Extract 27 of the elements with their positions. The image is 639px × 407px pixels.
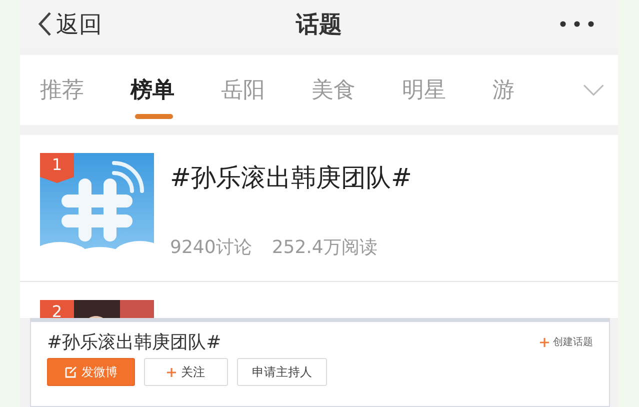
tab[interactable]: 榜单 [130, 55, 221, 125]
post-button[interactable]: 发微博 [47, 358, 135, 386]
edit-icon [64, 366, 76, 378]
tab[interactable]: 明星 [402, 55, 492, 125]
tab[interactable]: 岳阳 [220, 55, 312, 125]
back-button[interactable]: 返回 [38, 8, 102, 40]
page-title: 话题 [296, 12, 342, 38]
chevron-left-icon [38, 11, 52, 37]
plus-icon [167, 368, 176, 376]
topic-row[interactable]: 2 [20, 282, 618, 318]
read-count: 252.4万阅读 [272, 236, 378, 259]
topic-title: #孙乐滚出韩庚团队# [170, 162, 412, 194]
hashtag-icon [40, 153, 154, 263]
rank-badge: 1 [40, 153, 74, 183]
more-icon[interactable] [560, 21, 594, 27]
tab[interactable]: 美食 [311, 55, 402, 125]
tab[interactable]: 推荐 [40, 55, 130, 125]
follow-button[interactable]: 关注 [144, 358, 228, 386]
topic-row[interactable]: 1 #孙乐滚出韩庚团队# 9240讨论 252.4万阅读 [20, 135, 618, 282]
tab[interactable]: 游 [492, 55, 583, 125]
panel-title: #孙乐滚出韩庚团队# [47, 331, 222, 354]
plus-icon [540, 338, 549, 346]
tab-indicator [135, 114, 174, 119]
apply-button[interactable]: 申请主持人 [237, 358, 327, 386]
discussion-count: 9240讨论 [170, 236, 252, 259]
rank-badge: 2 [40, 300, 74, 318]
create-topic-link[interactable]: 创建话题 [540, 335, 593, 349]
